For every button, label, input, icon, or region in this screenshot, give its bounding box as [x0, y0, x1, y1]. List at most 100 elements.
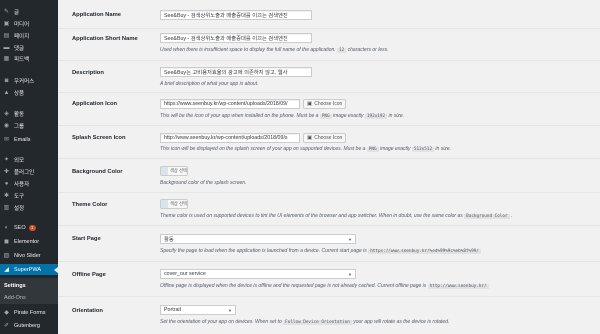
bg-color-picker-button[interactable]: 색상 선택: [160, 166, 188, 176]
orientation-description: Set the orientation of your app on devic…: [160, 319, 449, 325]
offline-page-select[interactable]: cover_our service ▼: [160, 269, 356, 279]
description-input[interactable]: See&Buy는 고비용저효율의 광고에 의존하지 않고, 웹사: [160, 67, 312, 77]
desc-text: This will be the icon of your app when i…: [160, 113, 319, 119]
gutenberg-icon: ✐: [3, 322, 10, 329]
tools-icon: ✱: [3, 192, 10, 199]
chevron-down-icon: ▼: [348, 236, 352, 242]
desc-code: 12: [337, 48, 347, 53]
sidebar-item-label: Elementor: [14, 238, 40, 245]
admin-sidebar: ✎ 글 ▣ 미디어 ▤ 페이지 ▬ 댓글 ▦ 피드백 ◙ 우커머스 ▲ 상품 ◈ 활동 ◉ 그룹 ✉ Emails ✦ 외…: [0, 0, 58, 334]
submenu-item-settings[interactable]: Settings: [0, 280, 58, 291]
sidebar-item-외모[interactable]: ✦ 외모: [0, 154, 58, 165]
description-help: A brief description of what your app is …: [160, 81, 259, 87]
desc-text: .: [510, 213, 513, 219]
sidebar-item-글[interactable]: ✎ 글: [0, 6, 58, 17]
sidebar-item-설정[interactable]: ▥ 설정: [0, 202, 58, 213]
desc-text: image exactly: [332, 113, 364, 119]
settings-form: Application Name See&Buy - 검색상위노출과 매출증대를…: [58, 0, 600, 334]
sidebar-item-label: 외모: [14, 157, 25, 164]
sidebar-item-seo[interactable]: ◐ SEO 1: [0, 222, 58, 233]
settings-icon: ▥: [3, 204, 10, 211]
sidebar-item-미디어[interactable]: ▣ 미디어: [0, 18, 58, 29]
bg-color-label: Background Color: [72, 169, 123, 175]
sidebar-item-pirate-forms[interactable]: ◆ Pirate Forms: [0, 307, 58, 318]
desc-text: Theme color is used on supported devices…: [160, 213, 463, 219]
media-icon: ▣: [3, 20, 10, 27]
start-page-description: Specify the page to load when the applic…: [160, 248, 481, 254]
splash-icon-url-input[interactable]: http://www.seenbuy.kr/wp-content/uploads…: [160, 133, 300, 143]
chevron-down-icon: ▼: [348, 271, 352, 277]
app-name-input[interactable]: See&Buy - 검색상위노출과 매출증대를 이끄는 검색엔진: [160, 10, 312, 20]
sidebar-item-도구[interactable]: ✱ 도구: [0, 190, 58, 201]
elementor-icon: ◼: [4, 238, 9, 245]
separator: [58, 296, 600, 297]
sidebar-item-label: SEO: [14, 224, 26, 231]
update-count-badge: 1: [28, 224, 36, 231]
app-icon-url-input[interactable]: https://www.seenbuy.kr/wp-content/upload…: [160, 99, 300, 109]
select-value: cover_our service: [164, 271, 206, 277]
sidebar-item-플러그인[interactable]: ✚ 플러그인: [0, 166, 58, 177]
sidebar-item-gutenberg[interactable]: ✐ Gutenberg: [0, 320, 58, 331]
sidebar-item-nivo-slider[interactable]: ▧ Nivo Slider: [0, 250, 58, 261]
desc-code: Background Color: [464, 214, 510, 219]
sidebar-item-label: 사용자: [14, 181, 30, 188]
sidebar-item-우커머스[interactable]: ◙ 우커머스: [0, 75, 58, 86]
desc-code: PNG: [319, 114, 332, 119]
comment-icon: ▬: [3, 44, 10, 51]
orientation-select[interactable]: Portrait ▼: [160, 305, 236, 315]
select-value: 활동: [164, 237, 174, 243]
sidebar-item-label: 플러그인: [14, 169, 35, 176]
pirate-forms-icon: ◆: [4, 309, 9, 316]
desc-code: Follow Device Orientation: [283, 320, 352, 325]
choose-splash-icon-button[interactable]: ▣ Choose Icon: [303, 133, 347, 143]
app-short-name-input[interactable]: See&Buy - 검색상위노출과 매출증대를 이끄는 검색엔진: [160, 33, 312, 43]
start-page-select[interactable]: 활동 ▼: [160, 234, 356, 244]
select-value: Portrait: [164, 307, 182, 313]
theme-color-label: Theme Color: [72, 202, 108, 208]
sidebar-item-label: 그룹: [14, 123, 25, 130]
sidebar-item-emails[interactable]: ✉ Emails: [0, 134, 58, 145]
sidebar-item-label: Gutenberg: [14, 322, 40, 329]
button-label: Choose Icon: [314, 135, 343, 141]
sidebar-item-댓글[interactable]: ▬ 댓글: [0, 42, 58, 53]
media-icon: ▣: [307, 135, 313, 141]
separator: [58, 125, 600, 126]
sidebar-item-elementor[interactable]: ◼ Elementor: [0, 236, 58, 247]
activity-icon: ◈: [4, 110, 9, 117]
sidebar-item-label: Nivo Slider: [14, 252, 41, 259]
desc-code: https://www.seenbuy.kr/%ed%99%9c%eb%8f%9…: [368, 249, 481, 254]
groups-icon: ◉: [3, 122, 10, 129]
desc-text: characters or less.: [347, 47, 389, 53]
sidebar-item-label: 글: [14, 9, 20, 16]
sidebar-item-상품[interactable]: ▲ 상품: [0, 87, 58, 98]
desc-code: 192x192: [364, 114, 388, 119]
products-icon: ▲: [3, 89, 10, 96]
description-label: Description: [72, 70, 104, 76]
desc-code: 512x512: [411, 147, 435, 152]
desc-text: Set the orientation of your app on devic…: [160, 319, 282, 325]
sidebar-item-label: Pirate Forms: [14, 309, 46, 316]
sidebar-item-피드백[interactable]: ▦ 피드백: [0, 53, 58, 64]
sidebar-item-label: 우커머스: [14, 78, 35, 85]
color-picker-label: 색상 선택: [169, 201, 187, 206]
sidebar-item-사용자[interactable]: ● 사용자: [0, 178, 58, 189]
sidebar-item-label: SuperPWA: [14, 266, 42, 273]
orientation-label: Orientation: [72, 308, 103, 314]
sidebar-item-label: 활동: [14, 111, 25, 118]
desc-text: in size.: [435, 146, 451, 152]
choose-app-icon-button[interactable]: ▣ Choose Icon: [303, 99, 347, 109]
sidebar-item-그룹[interactable]: ◉ 그룹: [0, 120, 58, 131]
sidebar-item-활동[interactable]: ◈ 활동: [0, 108, 58, 119]
separator: [58, 92, 600, 93]
sidebar-item-label: 도구: [14, 193, 25, 200]
sidebar-item-페이지[interactable]: ▤ 페이지: [0, 30, 58, 41]
sidebar-item-superpwa[interactable]: ◢ SuperPWA: [0, 264, 58, 275]
separator: [58, 261, 600, 262]
plugins-icon: ✚: [3, 168, 10, 175]
appearance-icon: ✦: [3, 156, 10, 163]
desc-code: PNG: [366, 147, 379, 152]
media-icon: ▣: [307, 101, 313, 107]
submenu-item-add-ons[interactable]: Add-Ons: [0, 292, 58, 303]
theme-color-picker-button[interactable]: 색상 선택: [160, 199, 188, 209]
sidebar-item-label: 댓글: [14, 45, 25, 52]
